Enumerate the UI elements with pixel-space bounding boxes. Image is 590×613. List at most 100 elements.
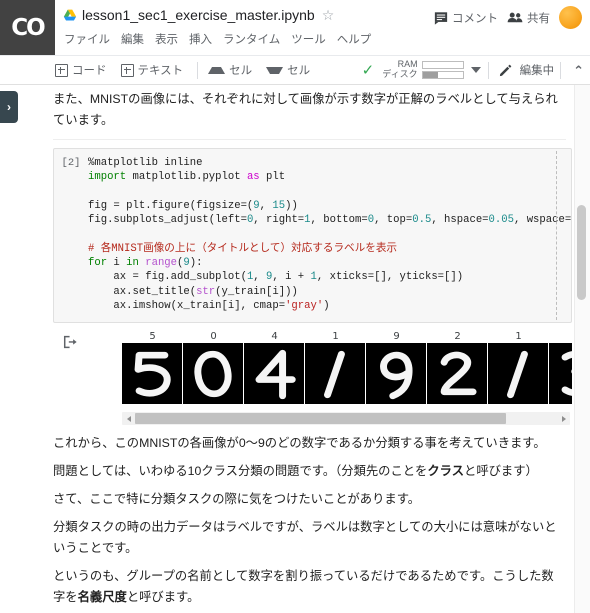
text-run: と呼びます。: [126, 590, 200, 605]
text-run: 問題としては、いわゆる10クラス分類の問題です。（分類先のことを: [53, 464, 428, 479]
plus-box-icon: [120, 63, 134, 77]
chevron-up-icon[interactable]: ⌃: [573, 64, 584, 77]
output-cell: 5 0 4 1 9 2 1 3: [53, 329, 572, 426]
vertical-scrollbar-thumb[interactable]: [577, 205, 586, 300]
digit-label: 1: [515, 331, 522, 343]
toolbar-divider: [487, 61, 489, 79]
disk-bar-fill: [422, 72, 438, 78]
mnist-digit-image: [183, 343, 244, 405]
cell-divider: [53, 139, 566, 140]
menu-bar: ファイル 編集 表示 挿入 ランタイム ツール ヘルプ: [63, 28, 434, 50]
user-avatar[interactable]: [559, 6, 582, 29]
menu-item-tools[interactable]: ツール: [291, 31, 326, 47]
resource-labels: RAM ディスク: [382, 60, 417, 79]
body-paragraph: さて、ここで特に分類タスクの際に気をつけたいことがあります。: [53, 489, 566, 510]
mnist-digit-image: [427, 343, 488, 405]
chevron-down-icon[interactable]: [470, 67, 481, 73]
body-paragraph: 分類タスクの時の出力データはラベルですが、ラベルは数字としての大小には意味がない…: [53, 517, 566, 559]
text-run: 分類タスクの時の出力データはラベルですが、ラベルは数字としての大小には意味がない…: [53, 520, 557, 556]
share-label: 共有: [527, 12, 550, 25]
digit-label: 1: [332, 331, 339, 343]
disk-label: ディスク: [382, 69, 418, 79]
markdown-cell-body[interactable]: これから、このMNISTの各画像が0～9のどの数字であるか分類する事を考えていき…: [53, 429, 574, 613]
notebook-toolbar: コード テキスト セル セル ✓ RAM ディスク 編集中 ⌃: [0, 56, 590, 85]
connected-check-icon[interactable]: ✓: [362, 63, 375, 78]
toolbar-divider: [560, 61, 562, 79]
digit-label: 0: [210, 331, 217, 343]
comment-icon: [434, 11, 448, 25]
colab-logo-text: CO: [11, 14, 45, 41]
menu-item-runtime[interactable]: ランタイム: [223, 31, 280, 47]
digit-label: 9: [393, 331, 400, 343]
menu-item-help[interactable]: ヘルプ: [337, 31, 372, 47]
notebook-scroll-region[interactable]: また、MNISTの画像には、それぞれに対して画像が示す数字が正解のラベルとして与…: [20, 85, 574, 613]
scrollbar-thumb[interactable]: [135, 413, 507, 425]
body-paragraph: 問題としては、いわゆる10クラス分類の問題です。（分類先のことをクラスと呼びます…: [53, 461, 566, 482]
markdown-cell-intro[interactable]: また、MNISTの画像には、それぞれに対して画像が示す数字が正解のラベルとして与…: [53, 85, 574, 135]
digit-label: 2: [454, 331, 461, 343]
cell-down-label: セル: [287, 65, 311, 77]
disk-bar: [421, 71, 464, 79]
comment-label: コメント: [452, 12, 498, 25]
move-cell-down-button[interactable]: セル: [266, 62, 310, 78]
page-vertical-scrollbar[interactable]: [574, 85, 590, 613]
menu-item-file[interactable]: ファイル: [64, 31, 110, 47]
people-icon: [507, 12, 523, 23]
intro-paragraph: また、MNISTの画像には、それぞれに対して画像が示す数字が正解のラベルとして与…: [53, 92, 558, 127]
body-paragraph: というのも、グループの名前として数字を割り振っているだけであるためです。こうした…: [53, 566, 566, 608]
resource-bars: [421, 61, 464, 79]
menu-item-edit[interactable]: 編集: [121, 31, 144, 47]
sidebar-expand-button[interactable]: ›: [0, 91, 18, 123]
share-button[interactable]: 共有: [507, 10, 550, 26]
digit-label: 3: [549, 331, 572, 342]
resource-usage-indicator[interactable]: RAM ディスク: [382, 60, 464, 79]
mnist-digit-image: [549, 343, 572, 405]
digit-label-row: 5 0 4 1 9 2 1 3: [87, 331, 572, 342]
toolbar-right-group: ✓ RAM ディスク 編集中 ⌃: [362, 60, 590, 79]
scroll-right-arrow-icon[interactable]: [557, 415, 570, 422]
digit-label: 4: [271, 331, 278, 343]
cell-up-label: セル: [229, 65, 253, 77]
add-text-label: テキスト: [137, 65, 184, 77]
mnist-figure: 5 0 4 1 9 2 1 3: [87, 331, 572, 405]
digit-image-row: [87, 343, 572, 405]
add-text-cell-button[interactable]: テキスト: [120, 62, 184, 78]
google-drive-icon: [63, 9, 77, 20]
title-row: lesson1_sec1_exercise_master.ipynb ☆: [63, 4, 434, 26]
ram-bar: [421, 61, 464, 69]
output-arrow-icon: [63, 336, 77, 349]
plus-box-icon: [55, 63, 68, 77]
code-editor[interactable]: %matplotlib inline import matplotlib.pyp…: [88, 156, 571, 313]
execution-count: [2]: [61, 157, 81, 169]
mnist-digit-image: [488, 343, 549, 405]
colab-logo[interactable]: CO: [0, 0, 55, 55]
toolbar-divider: [197, 61, 199, 79]
menu-item-view[interactable]: 表示: [155, 31, 178, 47]
code-cell[interactable]: [2] %matplotlib inline import matplotlib…: [53, 148, 572, 324]
header-main: lesson1_sec1_exercise_master.ipynb ☆ ファイ…: [55, 0, 434, 55]
header-actions: コメント 共有: [434, 6, 590, 29]
move-cell-up-button[interactable]: セル: [208, 62, 252, 78]
scrollbar-track[interactable]: [135, 413, 557, 425]
editing-status-button[interactable]: 編集中: [499, 62, 554, 78]
output-horizontal-scrollbar[interactable]: [122, 412, 570, 426]
arrow-up-icon: [208, 66, 226, 74]
star-icon[interactable]: ☆: [322, 8, 335, 22]
output-icon-column: [53, 331, 87, 425]
emphasis-term: クラス: [427, 464, 465, 479]
add-code-cell-button[interactable]: コード: [55, 62, 107, 78]
comment-button[interactable]: コメント: [434, 10, 498, 26]
mnist-digit-image: [305, 343, 366, 405]
app-header: CO lesson1_sec1_exercise_master.ipynb ☆ …: [0, 0, 590, 56]
document-title[interactable]: lesson1_sec1_exercise_master.ipynb: [82, 7, 315, 23]
pencil-icon: [499, 64, 511, 76]
mnist-digit-image: [244, 343, 305, 405]
mnist-digit-image: [366, 343, 427, 405]
notebook-cells: また、MNISTの画像には、それぞれに対して画像が示す数字が正解のラベルとして与…: [20, 85, 574, 613]
scroll-left-arrow-icon[interactable]: [122, 415, 135, 422]
notebook-content-area: › また、MNISTの画像には、それぞれに対して画像が示す数字が正解のラベルとし…: [0, 85, 590, 613]
body-paragraph: これから、このMNISTの各画像が0～9のどの数字であるか分類する事を考えていき…: [53, 433, 566, 454]
menu-item-insert[interactable]: 挿入: [189, 31, 212, 47]
text-run: と呼びます）: [464, 464, 538, 479]
code-guide-line: [556, 151, 557, 321]
